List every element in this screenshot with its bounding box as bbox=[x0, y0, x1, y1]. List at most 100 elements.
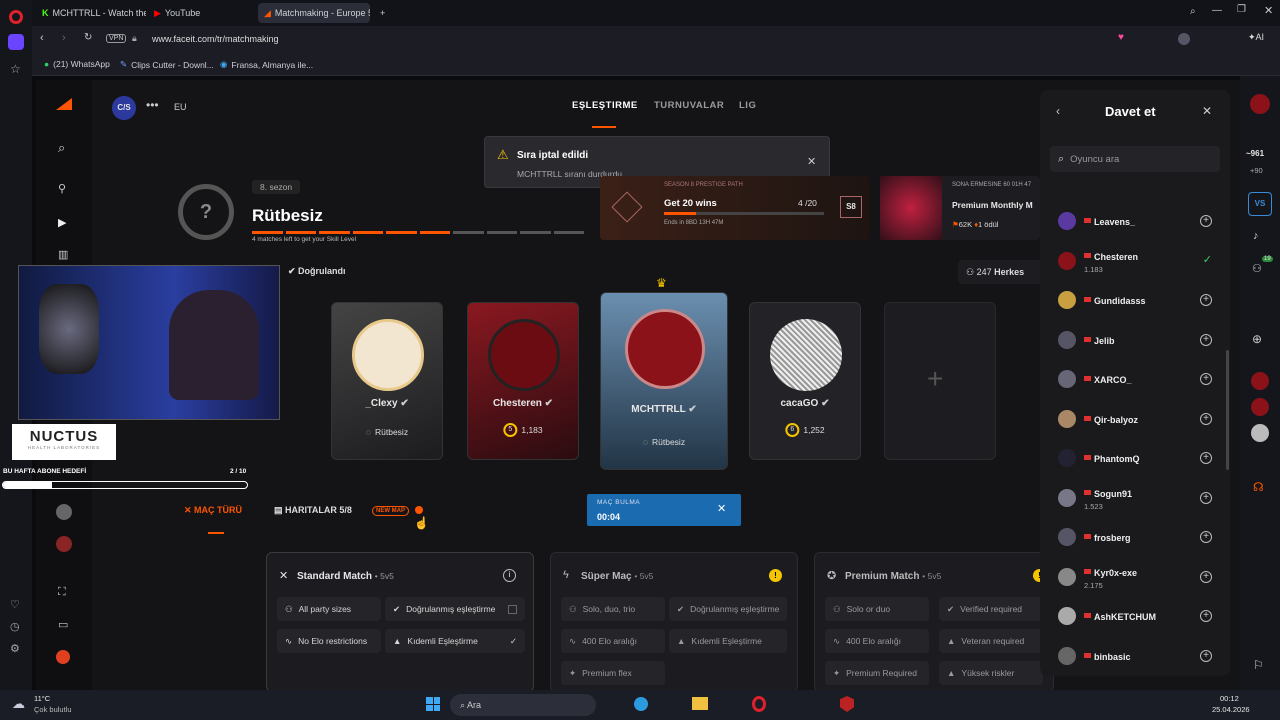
close-window-button[interactable]: ✕ bbox=[1264, 4, 1273, 17]
faceit-logo-icon[interactable] bbox=[56, 98, 72, 110]
user-avatar[interactable] bbox=[56, 504, 72, 520]
info-icon[interactable]: i bbox=[503, 569, 516, 582]
friend-row[interactable]: Leavens_ + bbox=[1058, 206, 1218, 236]
close-invite-icon[interactable]: ✕ bbox=[1202, 104, 1212, 118]
shop-icon[interactable]: ▭ bbox=[58, 618, 68, 631]
mode-super[interactable]: ϟ Süper Maç • 5v5 ! ⚇ Solo, duo, trio ✔ Do… bbox=[550, 552, 798, 692]
reload-button[interactable]: ↻ bbox=[84, 32, 92, 43]
invite-plus-icon[interactable]: + bbox=[1200, 373, 1212, 385]
bell-icon[interactable]: ♪ bbox=[1253, 230, 1259, 242]
nav-matchmaking[interactable]: EŞLEŞTIRME bbox=[572, 100, 638, 111]
online-counter[interactable]: ⚇ 247 Herkes bbox=[958, 260, 1048, 284]
new-tab-button[interactable]: + bbox=[374, 3, 390, 23]
settings-icon[interactable]: ⚙ bbox=[10, 642, 20, 655]
club-avatar[interactable] bbox=[56, 536, 72, 552]
heart-bookmark-icon[interactable]: ♥ bbox=[1118, 32, 1124, 43]
region-label[interactable]: EU bbox=[174, 102, 187, 112]
add-icon[interactable]: ⊕ bbox=[1252, 332, 1262, 346]
back-icon[interactable]: ‹ bbox=[1056, 104, 1060, 118]
tab-youtube[interactable]: ▶ YouTube bbox=[148, 3, 248, 23]
invited-check-icon[interactable]: ✓ bbox=[1203, 253, 1212, 266]
party-tag[interactable]: C/S bbox=[112, 96, 136, 120]
play-icon[interactable]: ▶ bbox=[58, 216, 66, 229]
bookmark-news[interactable]: ◉ Fransa, Almanya ile... bbox=[220, 59, 313, 70]
friend-row[interactable]: Jelib + bbox=[1058, 325, 1218, 355]
history-icon[interactable]: ◷ bbox=[10, 620, 20, 633]
start-button[interactable] bbox=[426, 697, 440, 711]
scrollbar[interactable] bbox=[1226, 350, 1229, 470]
bookmark-whatsapp[interactable]: ● (21) WhatsApp bbox=[44, 59, 110, 69]
rank-icon[interactable] bbox=[56, 650, 70, 664]
expand-icon[interactable]: ⛶ bbox=[58, 586, 66, 599]
invite-slot-button[interactable]: + bbox=[884, 302, 996, 460]
vs-button[interactable]: VS bbox=[1248, 192, 1272, 216]
profile-icon[interactable] bbox=[1178, 33, 1190, 45]
friend-row[interactable]: XARCO_ + bbox=[1058, 364, 1218, 394]
tab-faceit[interactable]: ◢ Matchmaking - Europe 5v bbox=[258, 3, 370, 23]
tab-match-type[interactable]: ✕ MAÇ TÜRÜ bbox=[184, 505, 242, 516]
weather-icon[interactable]: ☁ bbox=[12, 696, 25, 712]
home-icon[interactable] bbox=[8, 34, 24, 50]
friend-row[interactable]: Gundidasss + bbox=[1058, 285, 1218, 315]
vpn-badge[interactable]: VPN bbox=[106, 34, 127, 43]
friend-row[interactable]: Chesteren 1.183 ✓ bbox=[1058, 246, 1218, 276]
player-card-self[interactable]: MCHTTRLL ✔ ◌ Rütbesiz bbox=[600, 292, 728, 470]
opera-logo-icon[interactable] bbox=[9, 10, 23, 24]
friend-row[interactable]: Qir-balyoz + bbox=[1058, 404, 1218, 434]
url-field[interactable]: www.faceit.com/tr/matchmaking bbox=[152, 34, 279, 44]
player-card[interactable]: _Clexy ✔ ◌ Rütbesiz bbox=[331, 302, 443, 460]
invite-plus-icon[interactable]: + bbox=[1200, 531, 1212, 543]
taskbar-search[interactable]: ⌕ Ara bbox=[450, 694, 596, 716]
premium-promo[interactable]: SONA ERMESINE 60 01H 47 Premium Monthly … bbox=[880, 176, 1040, 240]
star-icon[interactable]: ☆ bbox=[10, 62, 21, 76]
club-icon-3[interactable] bbox=[1251, 424, 1269, 442]
nav-league[interactable]: LIG bbox=[739, 100, 756, 111]
invite-plus-icon[interactable]: + bbox=[1200, 215, 1212, 227]
more-menu-icon[interactable]: ••• bbox=[146, 98, 159, 112]
player-search-field[interactable]: ⌕ Oyuncu ara bbox=[1050, 146, 1220, 172]
checkmark-icon[interactable]: ✓ bbox=[510, 636, 517, 647]
mode-standard[interactable]: ✕ Standard Match • 5v5 i ⚇ All party size… bbox=[266, 552, 534, 692]
friend-row[interactable]: binbasic + bbox=[1058, 641, 1218, 671]
friend-row[interactable]: AshKETCHUM + bbox=[1058, 601, 1218, 631]
invite-plus-icon[interactable]: + bbox=[1200, 452, 1212, 464]
player-card[interactable]: cacaGO ✔ 6 1,252 bbox=[749, 302, 861, 460]
heart-icon[interactable]: ♡ bbox=[10, 598, 20, 611]
invite-plus-icon[interactable]: + bbox=[1200, 333, 1212, 346]
invite-plus-icon[interactable]: + bbox=[1200, 649, 1212, 662]
invite-plus-icon[interactable]: + bbox=[1200, 570, 1212, 583]
search-tabs-icon[interactable]: ⌕ bbox=[1190, 6, 1196, 17]
tab-kick[interactable]: KMCHTTRLL - Watch the VO bbox=[36, 3, 146, 23]
checkbox-empty[interactable] bbox=[508, 604, 517, 614]
friend-row[interactable]: Kyr0x-exe 2.175 + bbox=[1058, 562, 1218, 592]
friend-row[interactable]: PhantomQ + bbox=[1058, 443, 1218, 473]
search-icon[interactable]: ⌕ bbox=[58, 140, 65, 156]
club-icon-1[interactable] bbox=[1251, 372, 1269, 390]
app-edge-icon[interactable] bbox=[634, 697, 648, 711]
alert-icon[interactable]: ! bbox=[769, 569, 782, 582]
player-card[interactable]: Chesteren ✔ 5 1,183 bbox=[467, 302, 579, 460]
invite-plus-icon[interactable]: + bbox=[1200, 610, 1212, 622]
forward-button[interactable]: › bbox=[62, 32, 66, 44]
minimize-button[interactable]: — bbox=[1212, 5, 1222, 16]
headset-icon[interactable]: ☊ bbox=[1253, 480, 1264, 494]
stats-icon[interactable]: ▥ bbox=[58, 248, 68, 261]
friends-icon[interactable]: ⚇ bbox=[1252, 262, 1262, 275]
close-toast-icon[interactable]: ✕ bbox=[807, 155, 816, 168]
invite-plus-icon[interactable]: + bbox=[1200, 412, 1212, 425]
invite-plus-icon[interactable]: + bbox=[1200, 491, 1212, 504]
app-faceit-icon[interactable] bbox=[840, 696, 854, 712]
maximize-button[interactable]: ❐ bbox=[1237, 4, 1246, 15]
bookmark-clips[interactable]: ✎ Clips Cutter - Downl... bbox=[120, 59, 214, 70]
back-button[interactable]: ‹ bbox=[40, 32, 44, 44]
tab-maps[interactable]: ▤ HARITALAR 5/8 bbox=[274, 505, 352, 516]
mode-premium[interactable]: ✪ Premium Match • 5v5 ! ⚇Solo or duo ✔Ve… bbox=[814, 552, 1054, 692]
friend-row[interactable]: Sogun91 1.523 + bbox=[1058, 483, 1218, 513]
ai-button[interactable]: ✦AI bbox=[1248, 32, 1264, 43]
nav-tournaments[interactable]: TURNUVALAR bbox=[654, 100, 724, 111]
friend-row[interactable]: frosberg + bbox=[1058, 522, 1218, 552]
chat-toggle-icon[interactable]: ⚐ bbox=[1253, 658, 1264, 672]
find-players-icon[interactable]: ⚲ bbox=[58, 182, 66, 195]
club-icon-2[interactable] bbox=[1251, 398, 1269, 416]
season-pass-card[interactable]: SEASON 8 PRESTIGE PATH Get 20 wins 4 /20… bbox=[600, 176, 870, 240]
